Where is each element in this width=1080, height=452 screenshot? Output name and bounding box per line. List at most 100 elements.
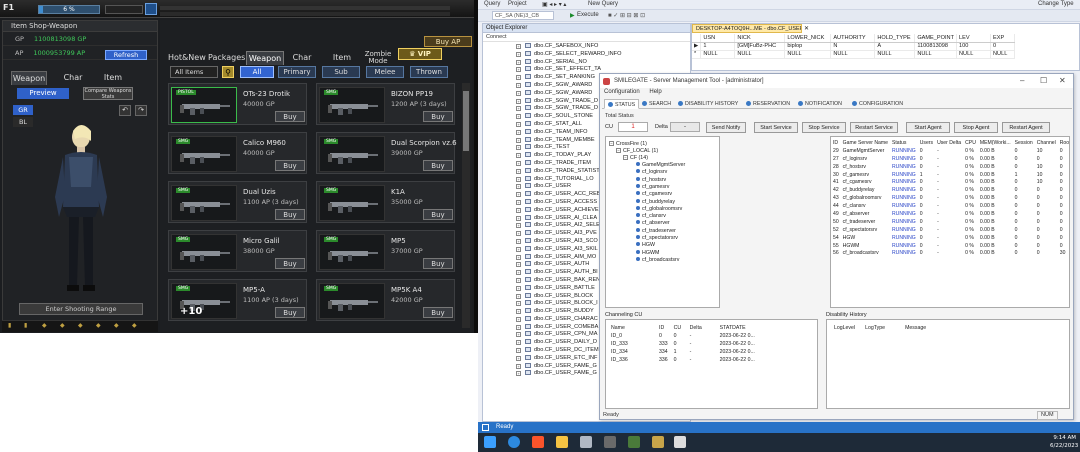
buy-button[interactable]: Buy — [423, 258, 453, 269]
weapon-card[interactable]: SMG +10 MP5-A 1100 AP (3 days) Buy — [168, 279, 307, 321]
tree-node-service[interactable]: cf_broadcastsrv — [636, 256, 679, 263]
weapon-card[interactable]: PISTOL OTs-23 Drotik 40000 GP Buy — [168, 83, 307, 125]
expand-icon[interactable]: + — [516, 231, 521, 237]
expand-icon[interactable]: + — [516, 44, 521, 49]
terminal-icon[interactable] — [628, 436, 640, 448]
refresh-button[interactable]: Refresh — [105, 50, 147, 60]
stop-service-button[interactable]: Stop Service — [802, 122, 846, 133]
buy-button[interactable]: Buy — [275, 209, 305, 220]
restart-agent-button[interactable]: Restart Agent — [1002, 122, 1050, 133]
weapon-card[interactable]: SMG Dual Uzis 1100 AP (3 days) Buy — [168, 181, 307, 223]
tab-reservation[interactable]: RESERVATION — [746, 99, 790, 109]
column-header[interactable]: Message — [900, 324, 960, 332]
tree-node-service[interactable]: cf_hostsrv — [636, 176, 666, 183]
column-header[interactable]: NICK — [734, 34, 786, 43]
windows-start-icon[interactable] — [484, 436, 496, 448]
menu-configuration[interactable]: Configuration — [604, 89, 640, 95]
filter-melee[interactable]: Melee — [366, 66, 404, 78]
start-agent-button[interactable]: Start Agent — [906, 122, 950, 133]
expand-icon[interactable]: + — [516, 355, 521, 361]
shop-scrollbar[interactable] — [462, 83, 470, 328]
channel-row[interactable]: ID_334 334 1 - 2023-06-22 0... — [608, 348, 765, 356]
expand-icon[interactable]: + — [516, 316, 521, 322]
tree-node-service[interactable]: cf_loginsrv — [636, 169, 667, 175]
column-header[interactable]: GAME_POINT — [914, 34, 957, 43]
column-header[interactable]: User Delta — [935, 139, 963, 147]
tab-packages[interactable]: Packages — [208, 51, 245, 65]
expand-icon[interactable]: + — [516, 254, 521, 260]
expand-icon[interactable]: + — [516, 176, 521, 182]
expand-icon[interactable]: + — [516, 106, 521, 112]
tab-search[interactable]: SEARCH — [642, 99, 671, 109]
collapse-icon[interactable]: − — [623, 155, 628, 160]
connect-button[interactable]: Connect — [483, 33, 690, 42]
enter-shooting-range-button[interactable]: Enter Shooting Range — [19, 303, 143, 315]
channel-row[interactable]: ID_333 333 0 - 2023-06-22 0... — [608, 340, 765, 348]
folder-icon[interactable] — [556, 436, 568, 448]
brave-icon[interactable] — [532, 436, 544, 448]
expand-icon[interactable]: + — [516, 160, 521, 166]
tree-node-service[interactable]: cf_globalroomsrv — [636, 205, 682, 212]
weapon-card[interactable]: SMG MP5K A4 42000 GP Buy — [316, 279, 455, 321]
tree-node-service[interactable]: cf_spectatorsrv — [636, 235, 678, 241]
column-header[interactable]: Delta — [687, 324, 717, 332]
column-header[interactable]: Users — [918, 139, 935, 147]
expand-icon[interactable]: + — [516, 363, 521, 369]
server-row[interactable]: 56cf_broadcastsrvRUNNING0-0 %0.00 B00300 — [831, 249, 1069, 257]
channel-row[interactable]: ID_336 336 0 - 2023-06-22 0... — [608, 356, 765, 364]
gr-tab[interactable]: GR — [13, 105, 33, 115]
menu-query[interactable]: Query — [484, 1, 500, 7]
expand-icon[interactable]: + — [516, 285, 521, 291]
weapon-image[interactable]: SMG — [171, 185, 237, 221]
tab-status[interactable]: STATUS — [604, 99, 640, 109]
close-icon[interactable]: ✕ — [1059, 74, 1066, 88]
column-header[interactable]: STATDATE — [717, 324, 765, 332]
expand-icon[interactable]: + — [516, 277, 521, 283]
column-header[interactable]: Channel — [1035, 139, 1058, 147]
compare-weapons-button[interactable]: Compare Weapons Stats — [83, 87, 133, 100]
weapon-card[interactable]: SMG Calico M960 40000 GP Buy — [168, 132, 307, 174]
column-header[interactable]: CPU — [963, 139, 978, 147]
bl-tab[interactable]: BL — [13, 117, 33, 127]
expand-icon[interactable]: + — [516, 114, 521, 120]
buy-ap-button[interactable]: Buy AP — [424, 36, 472, 47]
tree-node-service[interactable]: HGW — [636, 242, 655, 248]
server-row[interactable]: 52cf_spectatorsrvRUNNING0-0 %0.00 B0000 — [831, 226, 1069, 234]
rotate-right-icon[interactable]: ↷ — [135, 105, 147, 116]
expand-icon[interactable]: + — [516, 223, 521, 229]
weapon-image[interactable]: PISTOL — [171, 87, 237, 123]
column-header[interactable]: Room — [1058, 139, 1069, 147]
expand-icon[interactable]: + — [516, 262, 521, 268]
restart-service-button[interactable]: Restart Service — [850, 122, 898, 133]
tab-item[interactable]: Item — [95, 71, 131, 85]
buy-button[interactable]: Buy — [423, 111, 453, 122]
query-tab[interactable]: DESKTOP-A4TOQ9H...ME - dbo.CF_USER — [692, 24, 802, 33]
server-row[interactable]: 54HGWRUNNING0-0 %0.00 B0000 — [831, 234, 1069, 242]
menu-help[interactable]: Help — [649, 89, 661, 95]
weapon-card[interactable]: SMG BIZON PP19 1200 AP (3 days) Buy — [316, 83, 455, 125]
expand-icon[interactable]: + — [516, 293, 521, 299]
tab-notification[interactable]: NOTIFICATION — [798, 99, 842, 109]
search-icon[interactable]: ⚲ — [222, 66, 234, 78]
maximize-icon[interactable]: ☐ — [1040, 74, 1047, 88]
execute-button[interactable]: Execute — [577, 12, 599, 18]
expand-icon[interactable]: + — [516, 309, 521, 315]
expand-icon[interactable]: + — [516, 371, 521, 377]
column-header[interactable]: Name — [608, 324, 656, 332]
column-header[interactable]: ID — [656, 324, 671, 332]
expand-icon[interactable]: + — [516, 184, 521, 190]
expand-icon[interactable]: + — [516, 67, 521, 73]
weapon-image[interactable]: SMG — [319, 185, 385, 221]
tab-zombie-mode[interactable]: Zombie Mode — [360, 51, 396, 65]
clock[interactable]: 9:14 AM 6/22/2023 — [1050, 434, 1078, 450]
expand-icon[interactable]: + — [516, 98, 521, 104]
server-row[interactable]: 27cf_loginsrvRUNNING0-0 %0.00 B0000 — [831, 155, 1069, 163]
buy-button[interactable]: Buy — [275, 307, 305, 318]
column-header[interactable]: LogType — [860, 324, 900, 332]
expand-icon[interactable]: + — [516, 75, 521, 81]
tree-node-service[interactable]: cf_gamesrv — [636, 183, 669, 190]
start-service-button[interactable]: Start Service — [754, 122, 798, 133]
buy-button[interactable]: Buy — [423, 160, 453, 171]
expand-icon[interactable]: + — [516, 332, 521, 338]
server-row[interactable]: 30cf_gamesrvRUNNING1-0 %0.00 B11000 — [831, 171, 1069, 179]
